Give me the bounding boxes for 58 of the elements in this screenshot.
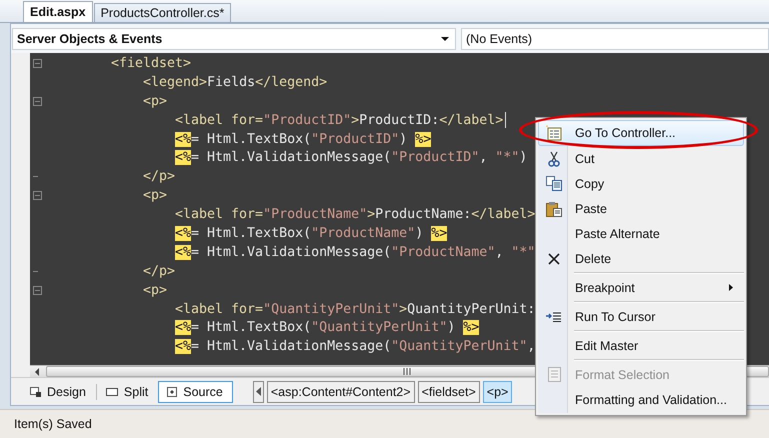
- scroll-left-icon[interactable]: [34, 368, 40, 376]
- fold-end-mark: [33, 176, 38, 178]
- menu-item[interactable]: Delete: [538, 246, 744, 271]
- menu-item[interactable]: Run To Cursor: [538, 304, 744, 329]
- code-line: <%= Html.TextBox("ProductID") %>: [175, 130, 432, 148]
- menu-item[interactable]: Paste Alternate: [538, 221, 744, 246]
- collapse-icon[interactable]: [33, 58, 42, 68]
- close-icon: [548, 252, 560, 264]
- fold-end-mark: [33, 270, 38, 272]
- collapse-icon[interactable]: [33, 286, 42, 295]
- menu-item[interactable]: Copy: [538, 171, 744, 196]
- code-line: </p>: [143, 262, 176, 280]
- code-line: <%= Html.TextBox("QuantityPerUnit") %>: [175, 319, 480, 336]
- code-line: <label for="ProductID">ProductID:</label>: [175, 112, 504, 129]
- document-tab[interactable]: ProductsController.cs*: [94, 3, 232, 22]
- code-line: <%= Html.ValidationMessage("QuantityPerUnit",: [175, 338, 536, 356]
- breadcrumb-back-button[interactable]: [252, 380, 264, 402]
- code-line: <%= Html.ValidationMessage("ProductName", "*": [175, 244, 536, 261]
- code-line: <p>: [143, 92, 168, 110]
- collapse-icon[interactable]: [33, 96, 42, 106]
- split-view-icon: [106, 388, 118, 396]
- breadcrumb-item[interactable]: <fieldset>: [418, 380, 480, 402]
- code-line: <label for="QuantityPerUnit">QuantityPerUnit:: [175, 300, 536, 318]
- code-line: </p>: [143, 168, 176, 186]
- code-line: <label for="ProductName">ProductName:</label>: [175, 206, 536, 224]
- events-dropdown[interactable]: (No Events): [461, 28, 769, 50]
- breadcrumb-item[interactable]: <asp:Content#Content2>: [266, 380, 415, 402]
- code-line: <p>: [143, 187, 168, 204]
- breadcrumb-item[interactable]: <p>: [482, 380, 512, 402]
- document-tab[interactable]: Edit.aspx: [23, 1, 93, 22]
- copy-icon: [546, 176, 562, 191]
- view-tab[interactable]: Split: [96, 380, 158, 402]
- scissors-icon: [548, 150, 560, 166]
- status-text: Item(s) Saved: [14, 417, 92, 431]
- view-tab[interactable]: Design: [21, 380, 96, 402]
- menu-item[interactable]: Breakpoint: [538, 275, 744, 300]
- objects-dropdown[interactable]: Server Objects & Events: [12, 28, 456, 50]
- design-view-icon: [30, 386, 41, 396]
- code-line: <%= Html.TextBox("ProductName") %>: [175, 224, 448, 242]
- menu-item[interactable]: Cut: [538, 146, 744, 171]
- code-line: <%= Html.ValidationMessage("ProductID", "*"): [175, 149, 528, 166]
- document-icon: [548, 367, 560, 382]
- left-arrow-icon: [256, 387, 261, 396]
- menu-item[interactable]: Formatting and Validation...: [538, 387, 744, 412]
- collapse-icon[interactable]: [33, 191, 42, 200]
- code-line: <p>: [143, 282, 168, 299]
- view-tab[interactable]: Source: [158, 380, 233, 402]
- document-list-icon: [545, 125, 563, 141]
- menu-item[interactable]: Go To Controller...: [538, 120, 744, 146]
- menu-item[interactable]: Edit Master: [538, 333, 744, 358]
- dropdown-arrow-icon: [441, 37, 449, 41]
- code-line: <fieldset>: [111, 54, 192, 72]
- source-view-icon: [167, 386, 178, 396]
- menu-item[interactable]: Paste: [538, 196, 744, 221]
- code-line: <legend>Fields</legend>: [143, 74, 328, 91]
- submenu-arrow-icon: [729, 284, 733, 291]
- paste-icon: [546, 200, 562, 216]
- arrow-lines-icon: [546, 312, 562, 322]
